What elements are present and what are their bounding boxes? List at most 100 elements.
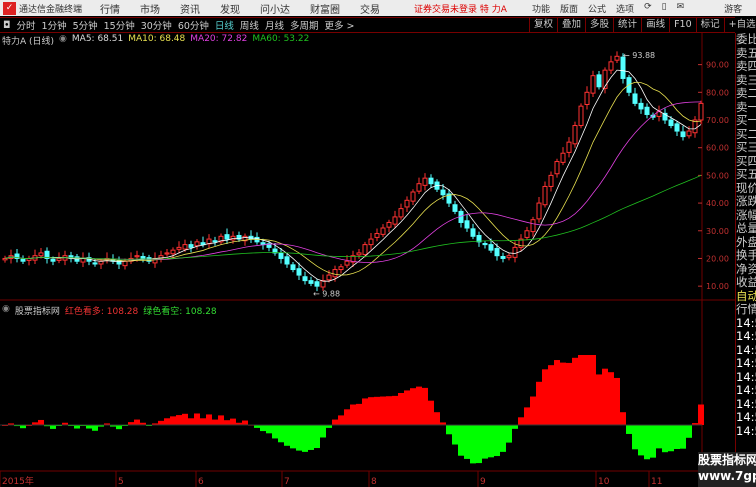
- candle-up: [98, 260, 104, 265]
- candle-down: [632, 93, 638, 104]
- indicator-bar-green: [290, 425, 296, 449]
- quote-panel-item: 外盘: [736, 235, 756, 249]
- indicator-bar-red: [428, 400, 434, 425]
- candle-up: [506, 255, 512, 259]
- y-tick-label: 90.00: [706, 61, 729, 70]
- indicator-bar-green: [284, 425, 290, 446]
- indicator-bar-red: [410, 388, 416, 425]
- indicator-bar-red: [398, 393, 404, 425]
- indicator-bar-green: [644, 425, 650, 460]
- indicator-bar-red: [518, 417, 524, 425]
- candle-down: [314, 281, 320, 287]
- quote-panel-item: 买五: [736, 168, 756, 181]
- indicator-bar-green: [458, 425, 464, 456]
- candle-down: [92, 262, 98, 265]
- y-tick-label: 50.00: [706, 171, 729, 180]
- candle-down: [482, 243, 488, 246]
- quote-panel-item: 买三: [736, 141, 756, 154]
- indicator-bar-red: [560, 362, 566, 425]
- indicator-bar-red: [590, 355, 596, 425]
- candle-up: [566, 141, 572, 153]
- quote-panel-item: 总量: [736, 222, 756, 235]
- candle-up: [572, 125, 578, 145]
- candle-down: [668, 119, 674, 127]
- quote-panel-item: 买一: [736, 114, 756, 127]
- indicator-bar-red: [584, 355, 590, 425]
- indicator-bar-red: [620, 412, 626, 425]
- indicator-bar-red: [38, 419, 44, 425]
- candle-down: [140, 256, 146, 259]
- quote-panel-item: 卖一: [736, 100, 756, 114]
- candle-down: [494, 247, 500, 257]
- indicator-bar-red: [380, 396, 386, 425]
- ma10-label: MA10: 68.48: [128, 34, 186, 44]
- candle-up: [398, 208, 404, 218]
- settings-icon[interactable]: ◉: [59, 34, 67, 47]
- indicator-bar-red: [542, 369, 548, 425]
- indicator-bar-green: [86, 425, 92, 429]
- quote-panel-item: 卖四: [736, 60, 756, 73]
- indicator-bar-green: [50, 425, 56, 429]
- indicator-name[interactable]: 股票指标网: [15, 304, 60, 317]
- y-tick-label: 20.00: [706, 254, 729, 263]
- quote-panel-item: 14:56: [736, 397, 756, 411]
- candle-up: [332, 269, 338, 278]
- indicator-bar-red: [344, 409, 350, 425]
- quote-panel-item: 委比: [736, 33, 756, 46]
- quote-panel-item: 14:56: [736, 384, 756, 397]
- quote-panel-item: 现价: [736, 181, 756, 195]
- indicator-bar-green: [686, 425, 692, 438]
- candle-up: [122, 260, 128, 267]
- quote-panel-item: 买二: [736, 127, 756, 141]
- indicator-bar-green: [488, 425, 494, 458]
- indicator-bar-green: [116, 425, 122, 430]
- candle-up: [560, 152, 566, 163]
- indicator-bar-red: [524, 407, 530, 425]
- candle-up: [338, 266, 344, 271]
- indicator-bar-red: [434, 412, 440, 425]
- candle-up: [368, 238, 374, 246]
- indicator-bar-red: [698, 404, 704, 425]
- indicator-bar-red: [356, 403, 362, 425]
- candle-down: [470, 228, 476, 237]
- candle-down: [428, 177, 434, 185]
- candle-up: [386, 221, 392, 228]
- kline-chart[interactable]: 10.00 20.00 30.00 40.00 50.00 60.00 70.00 80.00…: [0, 0, 735, 487]
- y-tick-label: 80.00: [706, 88, 729, 97]
- settings-icon[interactable]: ◉: [2, 304, 10, 317]
- indicator-bar-green: [500, 425, 506, 452]
- quote-panel-item: 涨幅: [736, 208, 756, 222]
- indicator-bar-red: [338, 415, 344, 425]
- candle-down: [20, 258, 26, 262]
- candle-down: [116, 259, 122, 265]
- indicator-bar-red: [194, 413, 200, 425]
- candle-up: [404, 199, 410, 208]
- watermark-title: 股票指标网: [698, 453, 756, 467]
- candle-up: [542, 185, 548, 206]
- candle-up: [392, 216, 398, 225]
- indicator-bar-red: [404, 390, 410, 425]
- indicator-bar-green: [626, 425, 632, 434]
- candle-up: [326, 274, 332, 281]
- candle-down: [500, 256, 506, 259]
- y-tick-label: 40.00: [706, 199, 729, 208]
- ma5-line: [4, 69, 702, 282]
- indicator-bar-red: [176, 415, 182, 425]
- indicator-bar-red: [170, 416, 176, 425]
- candle-up: [530, 219, 536, 233]
- high-annotation: ← 93.88: [623, 51, 655, 60]
- candle-up: [2, 257, 8, 261]
- candle-up: [590, 75, 596, 94]
- indicator-bar-red: [416, 386, 422, 425]
- indicator-bar-green: [452, 425, 458, 445]
- candle-up: [512, 246, 518, 258]
- candle-up: [356, 252, 362, 256]
- indicator-bar-red: [350, 404, 356, 425]
- indicator-bar-red: [596, 374, 602, 425]
- candle-up: [38, 252, 44, 257]
- candle-down: [290, 264, 296, 271]
- stock-name: 特力A (日线): [2, 37, 55, 47]
- indicator-bar-green: [272, 425, 278, 439]
- red-label: 红色看多: 108.28: [64, 307, 139, 317]
- candle-down: [488, 244, 494, 251]
